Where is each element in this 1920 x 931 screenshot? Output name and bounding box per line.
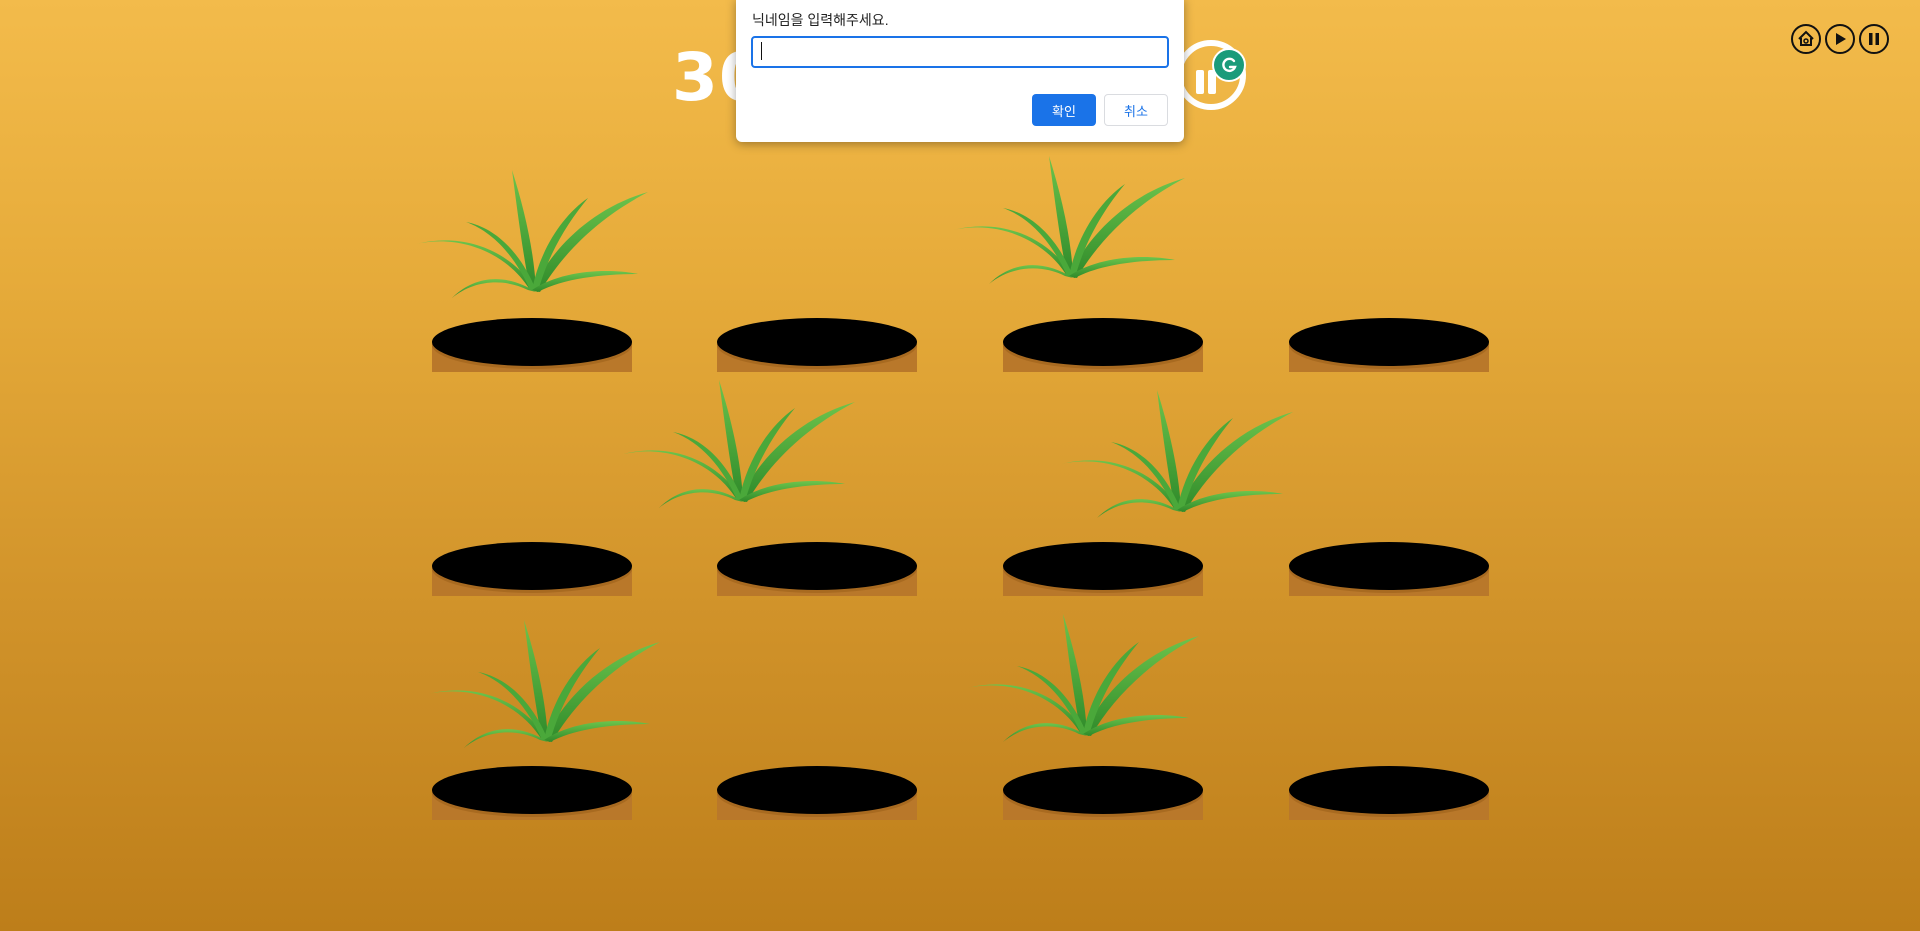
hole-r1-c3[interactable] [1003,318,1203,372]
pause-icon [1869,33,1879,45]
hole-r3-c1[interactable] [432,766,632,820]
ok-button[interactable]: 확인 [1032,94,1096,126]
hole-r1-c2[interactable] [717,318,917,372]
home-button[interactable] [1791,24,1821,54]
hole-r2-c1[interactable] [432,542,632,596]
hole-r3-c2[interactable] [717,766,917,820]
dialog-message: 닉네임을 입력해주세요. [752,12,889,28]
hole-r1-c4[interactable] [1289,318,1489,372]
grass-r3-c3 [963,602,1203,742]
grammarly-icon[interactable] [1212,48,1246,82]
grass-r2-c2 [619,368,859,508]
play-button[interactable] [1825,24,1855,54]
grass-r1-c1 [412,158,652,298]
hole-r3-c3[interactable] [1003,766,1203,820]
text-caret [761,42,762,60]
nickname-prompt-dialog: 닉네임을 입력해주세요. 확인 취소 [736,0,1184,142]
hole-r3-c4[interactable] [1289,766,1489,820]
cancel-button[interactable]: 취소 [1104,94,1168,126]
play-icon [1836,33,1846,45]
hole-r2-c4[interactable] [1289,542,1489,596]
grass-r2-c3 [1057,378,1297,518]
hole-r1-c1[interactable] [432,318,632,372]
home-icon [1798,30,1814,46]
hole-r2-c2[interactable] [717,542,917,596]
hole-r2-c3[interactable] [1003,542,1203,596]
grass-r1-c3 [949,144,1189,284]
game-controls [1791,24,1889,54]
pause-button[interactable] [1859,24,1889,54]
nickname-input[interactable] [751,36,1169,68]
grass-r3-c1 [424,608,664,748]
